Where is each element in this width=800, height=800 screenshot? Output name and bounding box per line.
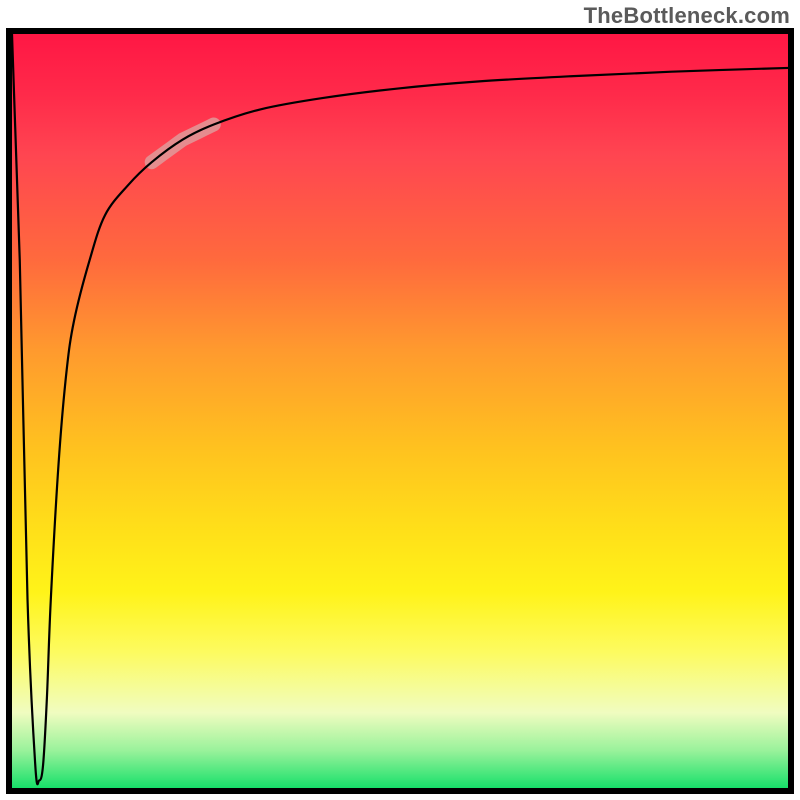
curve-svg — [12, 34, 788, 788]
plot-area — [6, 28, 794, 794]
bottleneck-chart-figure: TheBottleneck.com — [0, 0, 800, 800]
bottleneck-curve — [12, 34, 788, 784]
curve-highlight-segment — [152, 124, 214, 162]
attribution-label: TheBottleneck.com — [584, 3, 790, 29]
